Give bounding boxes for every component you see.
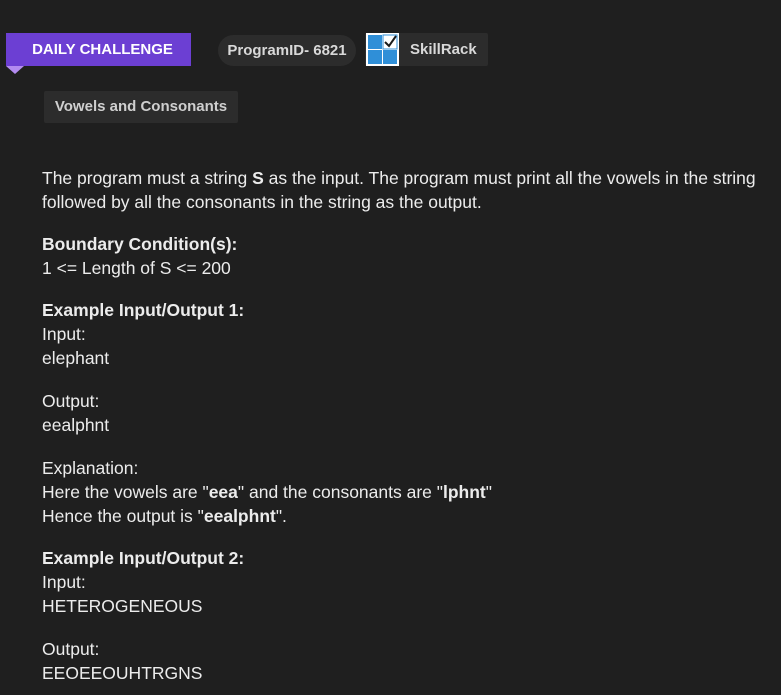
skillrack-label: SkillRack (410, 41, 477, 58)
example2-output-value: EEOEEOUHTRGNS (42, 663, 203, 683)
example1-output-value: eealphnt (42, 415, 110, 435)
example2-input-label: Input: (42, 572, 86, 592)
example1-explanation-line1: Here the vowels are "eea" and the conson… (42, 482, 492, 502)
problem-statement: The program must a string S as the input… (42, 166, 777, 685)
example1-input-label: Input: (42, 324, 86, 344)
problem-description: The program must a string S as the input… (42, 168, 756, 212)
example1-explanation-label: Explanation: (42, 458, 139, 478)
variable-s: S (252, 168, 264, 188)
example2-input-value: HETEROGENEOUS (42, 596, 203, 616)
boundary-heading: Boundary Condition(s): (42, 234, 238, 254)
problem-title: Vowels and Consonants (44, 91, 238, 123)
program-id-badge: ProgramID- 6821 (218, 35, 356, 66)
example2-output-label: Output: (42, 639, 100, 659)
example2-heading: Example Input/Output 2: (42, 548, 245, 568)
example1-input-value: elephant (42, 348, 110, 368)
skillrack-link[interactable]: SkillRack (365, 33, 488, 66)
boundary-value: 1 <= Length of S <= 200 (42, 258, 231, 278)
ribbon-fold-shadow (6, 66, 24, 82)
daily-challenge-ribbon: DAILY CHALLENGE (6, 33, 191, 66)
example1-explanation-line2: Hence the output is "eealphnt". (42, 506, 287, 526)
skillrack-logo-icon (366, 33, 399, 66)
example1-heading: Example Input/Output 1: (42, 300, 245, 320)
example1-output-label: Output: (42, 391, 100, 411)
